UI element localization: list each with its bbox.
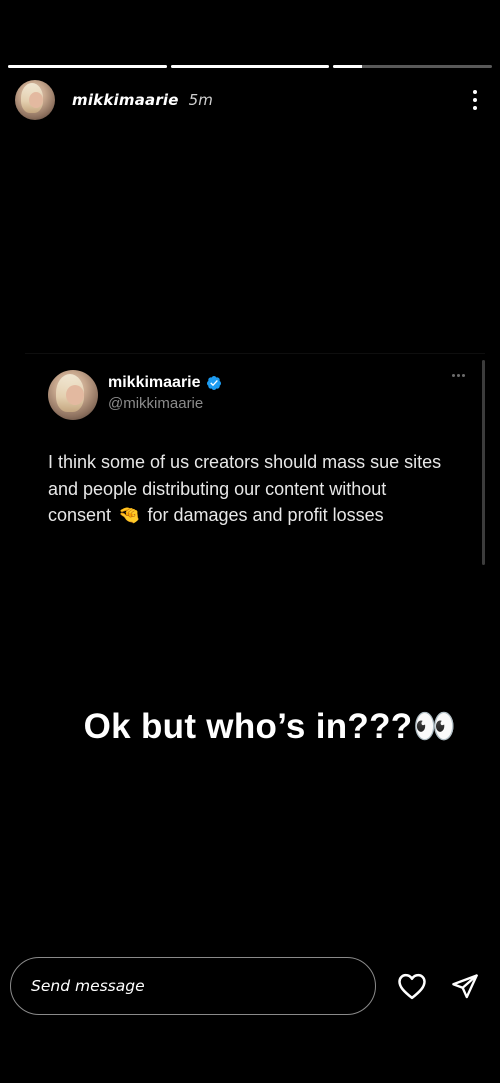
more-horizontal-icon[interactable] xyxy=(452,374,465,377)
tweet-handle: @mikkimaarie xyxy=(108,395,204,412)
story-progress-segment xyxy=(333,65,493,68)
tweet-text-part: for damages and profit losses xyxy=(142,505,384,525)
story-progress-fill xyxy=(333,65,362,68)
tweet-text: I think some of us creators should mass … xyxy=(48,449,453,529)
tweet-avatar xyxy=(48,370,98,420)
story-caption: Ok but who’s in???👀 xyxy=(0,706,500,747)
paper-plane-icon[interactable] xyxy=(449,970,481,1002)
story-time-ago: 5m xyxy=(188,91,213,109)
pinching-hand-emoji: 🤏 xyxy=(118,505,141,525)
story-avatar[interactable] xyxy=(15,80,55,120)
send-message-input[interactable] xyxy=(10,957,376,1015)
story-progress-bar xyxy=(8,65,493,68)
tweet-scrollbar xyxy=(482,360,485,565)
story-progress-segment xyxy=(8,65,167,68)
story-progress-fill xyxy=(8,65,167,68)
eyes-emoji: 👀 xyxy=(412,707,457,746)
reply-bar xyxy=(10,955,488,1017)
heart-icon-svg xyxy=(398,973,426,1000)
paper-plane-icon-svg xyxy=(452,974,478,999)
tweet-author: mikkimaarie @mikkimaarie xyxy=(108,374,222,412)
caption-text: Ok but who’s in??? xyxy=(83,707,413,746)
verified-badge-icon xyxy=(206,376,221,390)
story-username[interactable]: mikkimaarie xyxy=(72,91,179,109)
more-vertical-icon[interactable] xyxy=(465,86,485,114)
tweet-card: mikkimaarie @mikkimaarie I think some of… xyxy=(25,353,485,569)
tweet-display-name: mikkimaarie xyxy=(108,374,201,391)
story-progress-segment xyxy=(170,65,330,68)
heart-icon[interactable] xyxy=(396,970,428,1002)
tweet-header: mikkimaarie @mikkimaarie xyxy=(48,370,465,420)
story-progress-fill xyxy=(170,65,330,68)
story-header: mikkimaarie 5m xyxy=(15,80,485,120)
